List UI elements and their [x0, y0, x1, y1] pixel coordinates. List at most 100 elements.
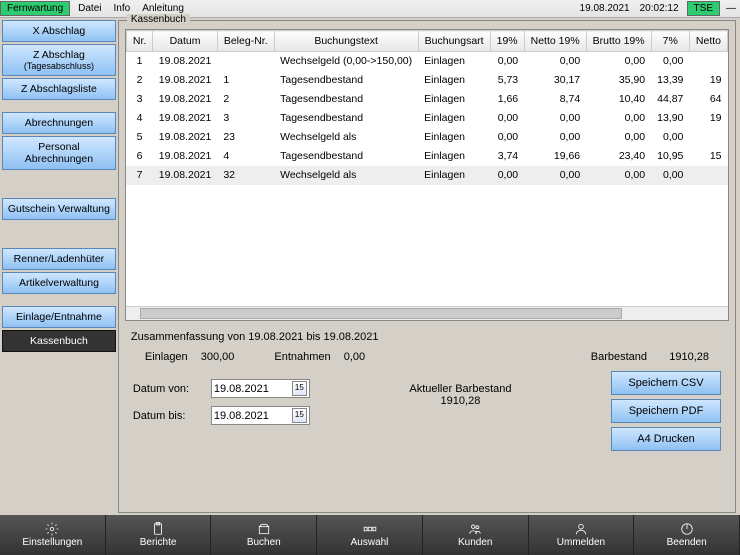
table-row[interactable]: 519.08.202123Wechselgeld alsEinlagen0,00… — [126, 128, 727, 147]
table-cell: 0,00 — [586, 52, 651, 71]
table-cell: 0,00 — [490, 128, 524, 147]
calendar-icon[interactable]: 15 — [292, 408, 307, 423]
bottom-berichte[interactable]: Berichte — [106, 515, 212, 555]
column-header[interactable]: Buchungsart — [418, 31, 490, 52]
sidebar-renner-ladenhueter[interactable]: Renner/Ladenhüter — [2, 248, 116, 270]
column-header[interactable]: Netto 19% — [524, 31, 586, 52]
table-row[interactable]: 219.08.20211TagesendbestandEinlagen5,733… — [126, 71, 727, 90]
table-cell: 0,00 — [524, 166, 586, 185]
sidebar-einlage-entnahme[interactable]: Einlage/Entnahme — [2, 306, 116, 328]
table-cell: 10,40 — [586, 90, 651, 109]
sidebar: X Abschlag Z Abschlag(Tagesabschluss) Z … — [0, 18, 118, 515]
table-cell: 19.08.2021 — [153, 71, 218, 90]
table-row[interactable]: 119.08.2021Wechselgeld (0,00->150,00)Ein… — [126, 52, 727, 71]
user-icon — [574, 522, 588, 536]
tse-indicator[interactable]: TSE — [687, 1, 720, 16]
sidebar-x-abschlag[interactable]: X Abschlag — [2, 20, 116, 42]
bottom-ummelden[interactable]: Ummelden — [529, 515, 635, 555]
table-cell: 0,00 — [586, 128, 651, 147]
horizontal-scrollbar[interactable] — [126, 306, 728, 320]
column-header[interactable]: 7% — [651, 31, 689, 52]
table-cell: 19.08.2021 — [153, 90, 218, 109]
bottom-beenden[interactable]: Beenden — [634, 515, 740, 555]
table-cell: 19.08.2021 — [153, 109, 218, 128]
users-icon — [468, 522, 482, 536]
menu-anleitung[interactable]: Anleitung — [136, 3, 190, 14]
table-row[interactable]: 719.08.202132Wechselgeld alsEinlagen0,00… — [126, 166, 727, 185]
table-cell: 1 — [217, 71, 274, 90]
menu-datei[interactable]: Datei — [72, 3, 107, 14]
table-cell: 15 — [689, 147, 727, 166]
date-from-label: Datum von: — [133, 383, 203, 395]
calendar-icon[interactable]: 15 — [292, 381, 307, 396]
table-cell: 19.08.2021 — [153, 147, 218, 166]
clipboard-icon — [151, 522, 165, 536]
table-cell: 23,40 — [586, 147, 651, 166]
bottom-kunden[interactable]: Kunden — [423, 515, 529, 555]
table-cell — [689, 52, 727, 71]
save-csv-button[interactable]: Speichern CSV — [611, 371, 721, 395]
remote-maintenance-button[interactable]: Fernwartung — [0, 1, 70, 16]
table-cell: 0,00 — [651, 166, 689, 185]
date-from-input[interactable] — [214, 383, 288, 395]
table-cell: 3,74 — [490, 147, 524, 166]
table-cell: 0,00 — [490, 52, 524, 71]
header-date: 19.08.2021 — [580, 3, 630, 14]
box-icon — [257, 522, 271, 536]
sidebar-gutschein-verwaltung[interactable]: Gutschein Verwaltung — [2, 198, 116, 220]
table-cell: 13,39 — [651, 71, 689, 90]
table-cell: Einlagen — [418, 109, 490, 128]
column-header[interactable]: Datum — [153, 31, 218, 52]
column-header[interactable]: Brutto 19% — [586, 31, 651, 52]
table-cell: 19.08.2021 — [153, 52, 218, 71]
column-header[interactable]: 19% — [490, 31, 524, 52]
column-header[interactable]: Buchungstext — [274, 31, 418, 52]
bottom-buchen[interactable]: Buchen — [211, 515, 317, 555]
date-to-label: Datum bis: — [133, 410, 203, 422]
summary-row: Einlagen 300,00 Entnahmen 0,00 Barbestan… — [125, 347, 729, 367]
panel-title: Kassenbuch — [127, 14, 190, 25]
table-cell: Einlagen — [418, 71, 490, 90]
sidebar-abrechnungen[interactable]: Abrechnungen — [2, 112, 116, 134]
table-cell: 4 — [217, 147, 274, 166]
print-a4-button[interactable]: A4 Drucken — [611, 427, 721, 451]
table-cell: Einlagen — [418, 90, 490, 109]
table-cell: Tagesendbestand — [274, 90, 418, 109]
sidebar-kassenbuch[interactable]: Kassenbuch — [2, 330, 116, 352]
table-row[interactable]: 619.08.20214TagesendbestandEinlagen3,741… — [126, 147, 727, 166]
column-header[interactable]: Netto — [689, 31, 727, 52]
table-cell: Einlagen — [418, 166, 490, 185]
table-cell: Einlagen — [418, 52, 490, 71]
table-cell: 19 — [689, 109, 727, 128]
bottom-einstellungen[interactable]: Einstellungen — [0, 515, 106, 555]
table-cell: 23 — [217, 128, 274, 147]
sidebar-artikelverwaltung[interactable]: Artikelverwaltung — [2, 272, 116, 294]
date-to-input[interactable] — [214, 410, 288, 422]
table-row[interactable]: 419.08.20213TagesendbestandEinlagen0,000… — [126, 109, 727, 128]
table-cell: 13,90 — [651, 109, 689, 128]
table-cell — [689, 166, 727, 185]
table-cell: 1,66 — [490, 90, 524, 109]
table-cell: 7 — [126, 166, 152, 185]
table-cell: 0,00 — [490, 166, 524, 185]
column-header[interactable]: Beleg-Nr. — [217, 31, 274, 52]
table-cell: 30,17 — [524, 71, 586, 90]
menu-info[interactable]: Info — [108, 3, 137, 14]
table-row[interactable]: 319.08.20212TagesendbestandEinlagen1,668… — [126, 90, 727, 109]
minimize-button[interactable]: — — [722, 3, 740, 14]
table-cell: 3 — [126, 90, 152, 109]
table-cell: 35,90 — [586, 71, 651, 90]
table-cell: Tagesendbestand — [274, 109, 418, 128]
ledger-table-container: Nr.DatumBeleg-Nr.BuchungstextBuchungsart… — [125, 29, 729, 321]
table-cell: 1 — [126, 52, 152, 71]
table-cell: Einlagen — [418, 128, 490, 147]
column-header[interactable]: Nr. — [126, 31, 152, 52]
sidebar-z-abschlagsliste[interactable]: Z Abschlagsliste — [2, 78, 116, 100]
bottom-auswahl[interactable]: Auswahl — [317, 515, 423, 555]
sidebar-z-abschlag[interactable]: Z Abschlag(Tagesabschluss) — [2, 44, 116, 76]
ledger-table: Nr.DatumBeleg-Nr.BuchungstextBuchungsart… — [126, 30, 728, 185]
sidebar-personal-abrechnungen[interactable]: Personal Abrechnungen — [2, 136, 116, 170]
summary-title: Zusammenfassung von 19.08.2021 bis 19.08… — [125, 321, 729, 347]
table-cell: Tagesendbestand — [274, 147, 418, 166]
save-pdf-button[interactable]: Speichern PDF — [611, 399, 721, 423]
